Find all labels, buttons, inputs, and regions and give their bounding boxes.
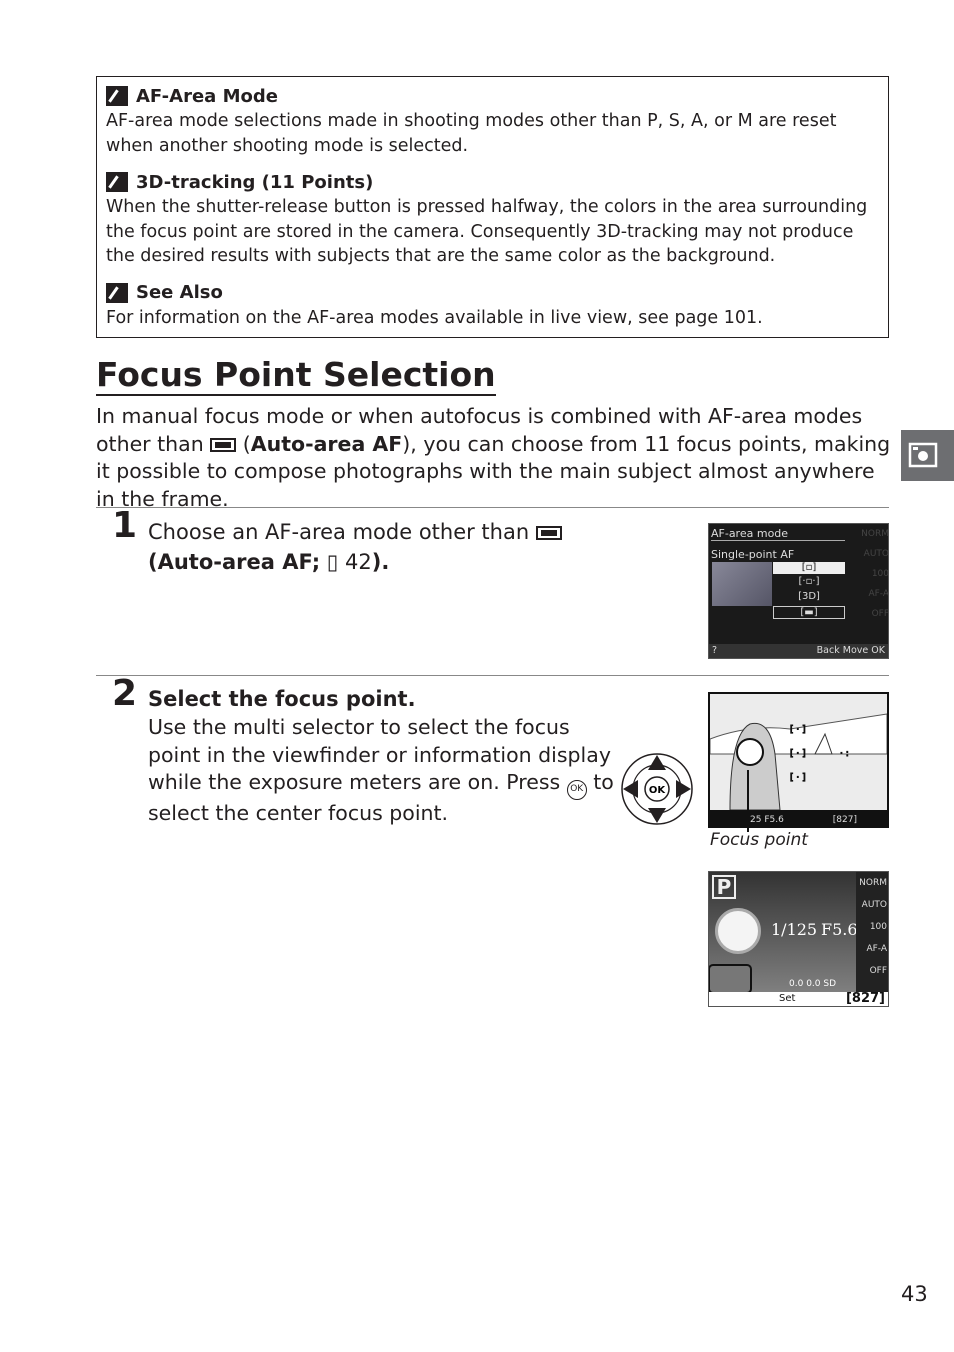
ok-button-icon: OK <box>566 780 587 800</box>
svg-text:· :: · : <box>840 749 849 759</box>
page-number: 43 <box>901 1282 928 1306</box>
note-body: For information on the AF-area modes ava… <box>106 307 763 328</box>
note-title: 3D-tracking (11 Points) <box>106 169 879 195</box>
step-title: Select the focus point. <box>148 687 416 711</box>
divider <box>96 675 889 676</box>
divider <box>96 507 889 508</box>
svg-text:[ · ]: [ · ] <box>790 749 806 759</box>
callout-line <box>747 770 749 832</box>
focus-point-caption: Focus point <box>710 830 808 850</box>
svg-text:[ · ]: [ · ] <box>790 725 806 735</box>
note-body: AF-area mode selections made in shooting… <box>106 111 837 156</box>
step-number: 1 <box>112 505 138 546</box>
preview-image <box>712 562 772 606</box>
notes-box: AF-Area Mode AF-area mode selections mad… <box>96 76 889 338</box>
section-tab-camera <box>901 430 954 481</box>
multi-selector-icon: OK <box>621 753 693 825</box>
camera-icon <box>908 442 938 468</box>
note-body: When the shutter-release button is press… <box>106 197 868 266</box>
auto-area-af-icon <box>535 526 562 540</box>
intro-paragraph: In manual focus mode or when autofocus i… <box>96 404 891 511</box>
note-title: AF-Area Mode <box>106 83 879 109</box>
auto-area-af-icon <box>210 437 237 452</box>
note-title: See Also <box>106 280 879 306</box>
viewfinder-illustration: [ · ][ · ][ · ] · : 25 F5.6 [827] <box>708 692 889 828</box>
step-title: Choose an AF-area mode other than (Auto-… <box>148 517 608 577</box>
pencil-icon <box>106 282 128 303</box>
page-title: Focus Point Selection <box>96 355 496 396</box>
pencil-icon <box>106 172 128 192</box>
svg-text:OK: OK <box>649 785 667 796</box>
pencil-icon <box>106 86 128 106</box>
svg-text:[ · ]: [ · ] <box>790 773 806 783</box>
information-display-screen: P 1/125 F5.6 NORM AUTO 100 AF-A OFF 0.0 0.0 … <box>708 871 889 1007</box>
step-number: 2 <box>112 673 138 714</box>
book-icon: ▯ <box>326 550 339 574</box>
af-area-mode-screen: AF-area mode Single-point AF [▫] [·▫·] [… <box>708 523 889 659</box>
step-body: Use the multi selector to select the foc… <box>148 715 614 825</box>
